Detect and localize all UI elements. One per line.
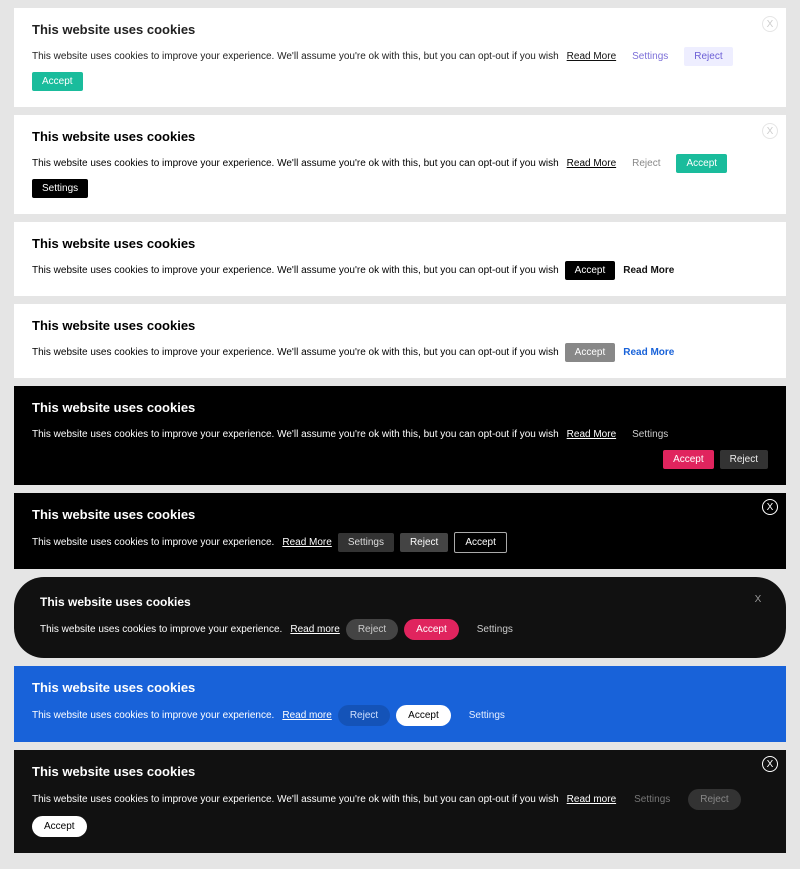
settings-button[interactable]: Settings bbox=[622, 47, 678, 66]
cookie-desc: This website uses cookies to improve you… bbox=[32, 710, 274, 721]
read-more-link[interactable]: Read more bbox=[290, 624, 339, 635]
cookie-banner: X This website uses cookies This website… bbox=[14, 577, 786, 658]
cookie-banner: X This website uses cookies This website… bbox=[14, 493, 786, 569]
cookie-title: This website uses cookies bbox=[32, 680, 768, 695]
close-icon[interactable]: X bbox=[750, 591, 766, 607]
reject-button[interactable]: Reject bbox=[338, 705, 390, 726]
cookie-banner: This website uses cookies This website u… bbox=[14, 666, 786, 742]
cookie-desc: This website uses cookies to improve you… bbox=[32, 158, 559, 169]
reject-button[interactable]: Reject bbox=[622, 154, 670, 173]
settings-button[interactable]: Settings bbox=[465, 619, 525, 640]
close-icon[interactable]: X bbox=[762, 123, 778, 139]
accept-button[interactable]: Accept bbox=[663, 450, 714, 469]
read-more-link[interactable]: Read More bbox=[282, 537, 331, 548]
reject-button[interactable]: Reject bbox=[720, 450, 768, 469]
cookie-banner: This website uses cookies This website u… bbox=[14, 386, 786, 485]
reject-button[interactable]: Reject bbox=[400, 533, 448, 552]
cookie-desc: This website uses cookies to improve you… bbox=[40, 624, 282, 635]
reject-button[interactable]: Reject bbox=[684, 47, 732, 66]
read-more-link[interactable]: Read More bbox=[623, 265, 674, 276]
settings-button[interactable]: Settings bbox=[457, 705, 517, 726]
cookie-desc: This website uses cookies to improve you… bbox=[32, 347, 559, 358]
accept-button[interactable]: Accept bbox=[32, 72, 83, 91]
cookie-banner: This website uses cookies This website u… bbox=[14, 304, 786, 378]
read-more-link[interactable]: Read More bbox=[623, 347, 674, 358]
reject-button[interactable]: Reject bbox=[688, 789, 740, 810]
reject-button[interactable]: Reject bbox=[346, 619, 398, 640]
cookie-desc: This website uses cookies to improve you… bbox=[32, 51, 559, 62]
settings-button[interactable]: Settings bbox=[622, 425, 678, 444]
cookie-banner: X This website uses cookies This website… bbox=[14, 8, 786, 107]
read-more-link[interactable]: Read more bbox=[567, 794, 616, 805]
cookie-title: This website uses cookies bbox=[32, 507, 768, 522]
close-icon[interactable]: X bbox=[762, 499, 778, 515]
cookie-desc: This website uses cookies to improve you… bbox=[32, 794, 559, 805]
cookie-banner: This website uses cookies This website u… bbox=[14, 222, 786, 296]
read-more-link[interactable]: Read More bbox=[567, 158, 616, 169]
accept-button[interactable]: Accept bbox=[32, 816, 87, 837]
cookie-desc: This website uses cookies to improve you… bbox=[32, 265, 559, 276]
cookie-desc: This website uses cookies to improve you… bbox=[32, 537, 274, 548]
cookie-title: This website uses cookies bbox=[32, 764, 768, 779]
read-more-link[interactable]: Read More bbox=[567, 429, 616, 440]
accept-button[interactable]: Accept bbox=[404, 619, 459, 640]
settings-button[interactable]: Settings bbox=[32, 179, 88, 198]
read-more-link[interactable]: Read More bbox=[567, 51, 616, 62]
cookie-banner: X This website uses cookies This website… bbox=[14, 115, 786, 214]
close-icon[interactable]: X bbox=[762, 756, 778, 772]
cookie-title: This website uses cookies bbox=[32, 22, 768, 37]
accept-button[interactable]: Accept bbox=[565, 261, 616, 280]
cookie-title: This website uses cookies bbox=[32, 400, 768, 415]
cookie-banner: X This website uses cookies This website… bbox=[14, 750, 786, 853]
accept-button[interactable]: Accept bbox=[676, 154, 727, 173]
accept-button[interactable]: Accept bbox=[565, 343, 616, 362]
accept-button[interactable]: Accept bbox=[396, 705, 451, 726]
close-icon[interactable]: X bbox=[762, 16, 778, 32]
cookie-title: This website uses cookies bbox=[32, 129, 768, 144]
read-more-link[interactable]: Read more bbox=[282, 710, 331, 721]
accept-button[interactable]: Accept bbox=[454, 532, 507, 553]
cookie-desc: This website uses cookies to improve you… bbox=[32, 429, 559, 440]
cookie-title: This website uses cookies bbox=[40, 595, 760, 609]
cookie-title: This website uses cookies bbox=[32, 236, 768, 251]
settings-button[interactable]: Settings bbox=[338, 533, 394, 552]
cookie-title: This website uses cookies bbox=[32, 318, 768, 333]
settings-button[interactable]: Settings bbox=[622, 789, 682, 810]
